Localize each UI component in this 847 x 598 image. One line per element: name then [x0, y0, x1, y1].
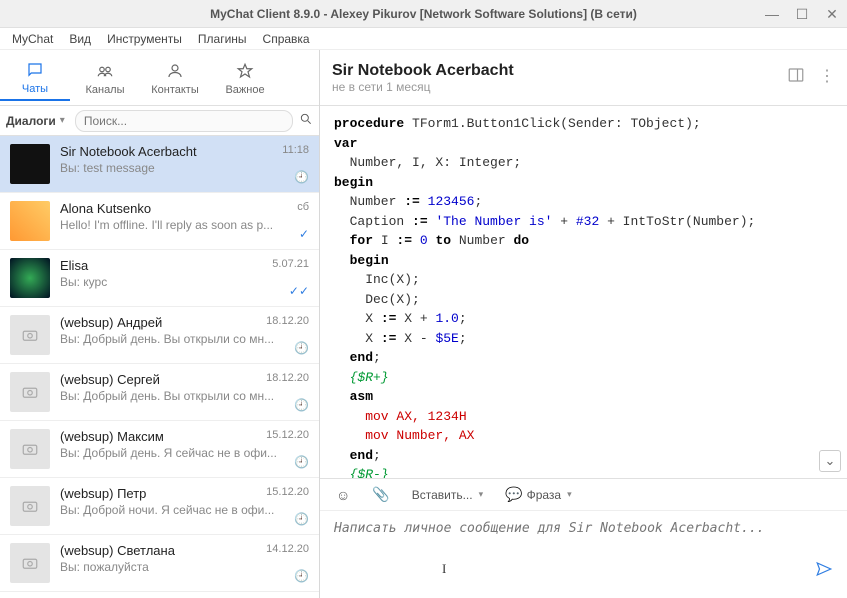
menubar: MyChat Вид Инструменты Плагины Справка: [0, 28, 847, 50]
menu-tools[interactable]: Инструменты: [99, 30, 190, 48]
star-icon: [236, 60, 254, 82]
tab-chats-label: Чаты: [22, 83, 48, 95]
chat-item-preview: Вы: пожалуйста: [60, 560, 309, 574]
chat-item-status-icon: 🕘: [294, 170, 309, 184]
channels-icon: [96, 60, 114, 82]
chat-item-time: 18.12.20: [266, 315, 309, 327]
close-button[interactable]: ✕: [817, 0, 847, 28]
menu-plugins[interactable]: Плагины: [190, 30, 255, 48]
avatar: [10, 315, 50, 355]
emoji-button[interactable]: ☺: [330, 484, 356, 506]
chat-header: Sir Notebook Acerbacht не в сети 1 месяц…: [320, 50, 847, 106]
paperclip-icon: 📎: [372, 486, 389, 503]
chat-item-preview: Вы: test message: [60, 161, 309, 175]
tab-channels-label: Каналы: [85, 84, 124, 96]
attach-button[interactable]: 📎: [366, 483, 395, 506]
avatar: [10, 258, 50, 298]
chevron-down-icon[interactable]: ▾: [60, 115, 65, 126]
insert-label: Вставить...: [412, 488, 473, 502]
chat-title: Sir Notebook Acerbacht: [332, 62, 514, 80]
messages-area[interactable]: procedure TForm1.Button1Click(Sender: TO…: [320, 106, 847, 478]
chat-list[interactable]: Sir Notebook Acerbacht Вы: test message 11…: [0, 136, 319, 598]
avatar: [10, 486, 50, 526]
chat-item[interactable]: (websup) СергейВы: Добрый день. Вы откры…: [0, 364, 319, 421]
chat-subtitle: не в сети 1 месяц: [332, 80, 514, 94]
tab-contacts[interactable]: Контакты: [140, 56, 210, 100]
more-icon[interactable]: ⋮: [819, 66, 835, 89]
chat-item-name: Alona Kutsenko: [60, 201, 309, 216]
scroll-down-button[interactable]: ⌄: [819, 450, 841, 472]
chat-item-preview: Вы: Добрый день. Вы открыли со мн...: [60, 332, 309, 346]
chat-item[interactable]: (websup) МаксимВы: Добрый день. Я сейчас…: [0, 421, 319, 478]
menu-mychat[interactable]: MyChat: [4, 30, 61, 48]
chat-item[interactable]: (websup) СветланаВы: пожалуйста14.12.20🕘: [0, 535, 319, 592]
contacts-icon: [166, 60, 184, 82]
phrase-label: Фраза: [527, 488, 562, 502]
compose-area: I: [320, 510, 847, 598]
menu-help[interactable]: Справка: [255, 30, 318, 48]
chat-item[interactable]: ElisaВы: курс5.07.21✓✓: [0, 250, 319, 307]
text-cursor: I: [442, 561, 446, 577]
chat-item-preview: Вы: Добрый день. Я сейчас не в офи...: [60, 446, 309, 460]
chat-item-time: 15.12.20: [266, 486, 309, 498]
panel-toggle-icon[interactable]: [787, 66, 805, 89]
chat-item-status-icon: ✓✓: [289, 284, 309, 298]
dialogs-bar: Диалоги ▾: [0, 106, 319, 136]
tab-contacts-label: Контакты: [151, 84, 199, 96]
chat-item-status-icon: 🕘: [294, 455, 309, 469]
chat-item-time: сб: [297, 201, 309, 213]
avatar: [10, 144, 50, 184]
tab-channels[interactable]: Каналы: [70, 56, 140, 100]
search-input[interactable]: [75, 110, 293, 132]
maximize-button[interactable]: ☐: [787, 0, 817, 28]
window-title: MyChat Client 8.9.0 - Alexey Pikurov [Ne…: [210, 7, 637, 21]
chat-item-status-icon: 🕘: [294, 569, 309, 583]
chat-item-status-icon: 🕘: [294, 341, 309, 355]
chat-item-name: Sir Notebook Acerbacht: [60, 144, 309, 159]
chat-item-preview: Вы: Добрый день. Вы открыли со мн...: [60, 389, 309, 403]
menu-view[interactable]: Вид: [61, 30, 99, 48]
phrase-button[interactable]: 💬 Фраза ▾: [499, 483, 577, 506]
minimize-button[interactable]: —: [757, 0, 787, 28]
tab-chats[interactable]: Чаты: [0, 55, 70, 101]
chat-item[interactable]: Alona Kutsenko Hello! I'm offline. I'll r…: [0, 193, 319, 250]
avatar: [10, 372, 50, 412]
chats-icon: [26, 59, 44, 81]
compose-toolbar: ☺ 📎 Вставить... ▾ 💬 Фраза ▾: [320, 478, 847, 510]
search-icon[interactable]: [299, 112, 313, 129]
chat-item[interactable]: (websup) АндрейВы: Добрый день. Вы откры…: [0, 307, 319, 364]
chat-item-time: 14.12.20: [266, 543, 309, 555]
tab-important[interactable]: Важное: [210, 56, 280, 100]
avatar: [10, 201, 50, 241]
right-panel: Sir Notebook Acerbacht не в сети 1 месяц…: [320, 50, 847, 598]
titlebar: MyChat Client 8.9.0 - Alexey Pikurov [Ne…: [0, 0, 847, 28]
dialogs-label[interactable]: Диалоги: [6, 114, 56, 128]
chat-item-preview: Hello! I'm offline. I'll reply as soon a…: [60, 218, 309, 232]
message-input[interactable]: [334, 521, 833, 588]
left-panel: Чаты Каналы Контакты Важное Диалоги ▾ Si…: [0, 50, 320, 598]
avatar: [10, 543, 50, 583]
chat-item-status-icon: 🕘: [294, 398, 309, 412]
avatar: [10, 429, 50, 469]
chat-item[interactable]: (websup) ПетрВы: Доброй ночи. Я сейчас н…: [0, 478, 319, 535]
chat-item-time: 11:18: [282, 144, 309, 156]
chat-item[interactable]: Sir Notebook Acerbacht Вы: test message 11…: [0, 136, 319, 193]
chevron-down-icon: ▾: [567, 489, 572, 500]
main-toolbar: Чаты Каналы Контакты Важное: [0, 50, 319, 106]
chat-item-status-icon: 🕘: [294, 512, 309, 526]
smile-icon: ☺: [336, 487, 350, 503]
chat-item-preview: Вы: Доброй ночи. Я сейчас не в офи...: [60, 503, 309, 517]
tab-important-label: Важное: [225, 84, 264, 96]
chat-item-preview: Вы: курс: [60, 275, 309, 289]
chat-item-time: 5.07.21: [272, 258, 309, 270]
chat-item-status-icon: ✓: [299, 227, 309, 241]
code-message: procedure TForm1.Button1Click(Sender: TO…: [334, 114, 833, 478]
insert-button[interactable]: Вставить... ▾: [406, 485, 489, 505]
chat-item-time: 18.12.20: [266, 372, 309, 384]
chat-item-time: 15.12.20: [266, 429, 309, 441]
phrase-icon: 💬: [505, 486, 522, 503]
chevron-down-icon: ▾: [479, 489, 484, 500]
chat-item[interactable]: (websup) АлександрВы: Добрый день. О чём…: [0, 592, 319, 598]
send-button[interactable]: [815, 560, 833, 584]
